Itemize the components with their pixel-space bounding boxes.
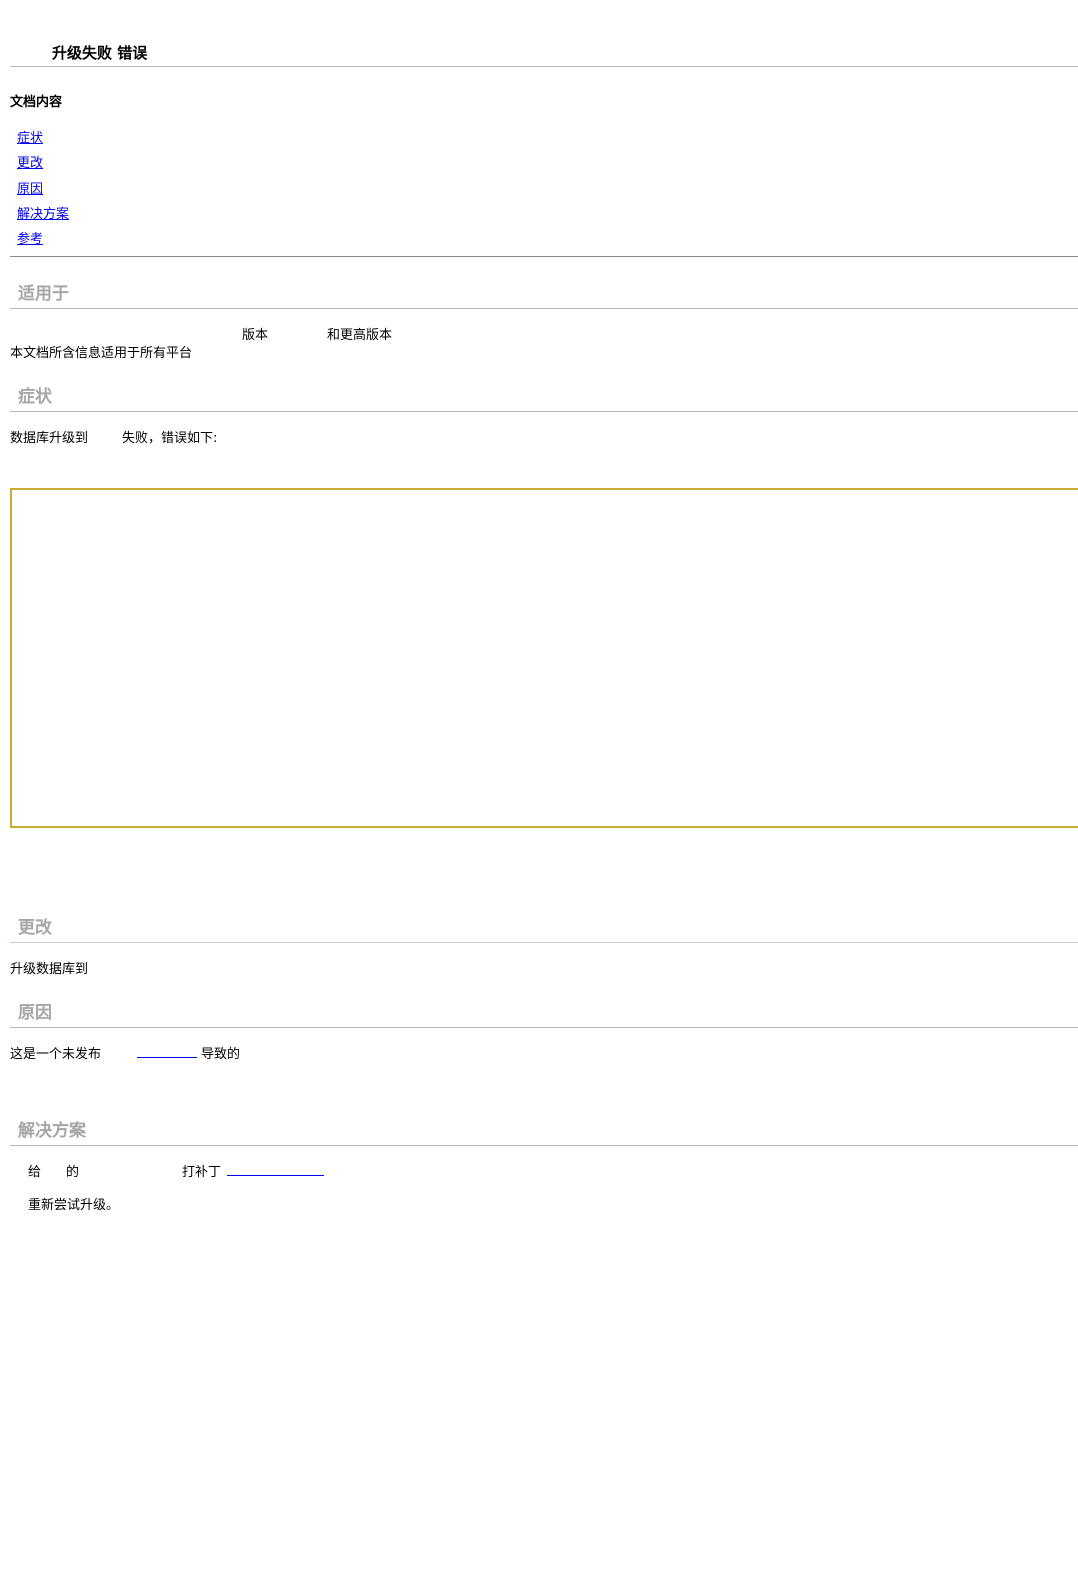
section-heading-changes: 更改 [18, 918, 52, 938]
version-label: 版本 [242, 328, 269, 343]
solution-of-text: 的 [66, 1165, 80, 1180]
toc-link-cause[interactable]: 原因 [17, 178, 43, 197]
toc-link-changes[interactable]: 更改 [17, 152, 43, 171]
symptom-text-start: 数据库升级到 [10, 431, 89, 446]
solution-give-text: 给 [28, 1165, 42, 1180]
patch-link[interactable] [227, 1163, 324, 1176]
toc-heading: 文档内容 [10, 95, 63, 110]
page-title: 升级失败 错误 [52, 44, 148, 62]
section-heading-solution: 解决方案 [18, 1121, 86, 1141]
solution-retry-text: 重新尝试升级。 [28, 1198, 120, 1213]
divider [10, 411, 1078, 412]
cause-text-end: 导致的 [201, 1047, 241, 1062]
divider [10, 256, 1078, 257]
divider [10, 1027, 1078, 1028]
divider [10, 1145, 1078, 1146]
divider [10, 66, 1078, 67]
section-heading-symptoms: 症状 [18, 387, 52, 407]
error-output-box [10, 488, 1078, 828]
cause-text-start: 这是一个未发布 [10, 1047, 102, 1062]
bug-link[interactable] [137, 1045, 197, 1058]
higher-version-label: 和更高版本 [327, 328, 393, 343]
solution-apply-patch-text: 打补丁 [182, 1165, 222, 1180]
toc-link-symptoms[interactable]: 症状 [17, 127, 43, 146]
toc-link-references[interactable]: 参考 [17, 228, 43, 247]
divider [10, 308, 1078, 309]
symptom-text-end: 失败，错误如下: [122, 431, 218, 446]
section-heading-applies-to: 适用于 [18, 284, 69, 304]
toc-link-solution[interactable]: 解决方案 [17, 203, 69, 222]
platform-text: 本文档所含信息适用于所有平台 [10, 346, 193, 361]
section-heading-cause: 原因 [18, 1003, 52, 1023]
divider [10, 942, 1078, 943]
changes-text: 升级数据库到 [10, 962, 89, 977]
